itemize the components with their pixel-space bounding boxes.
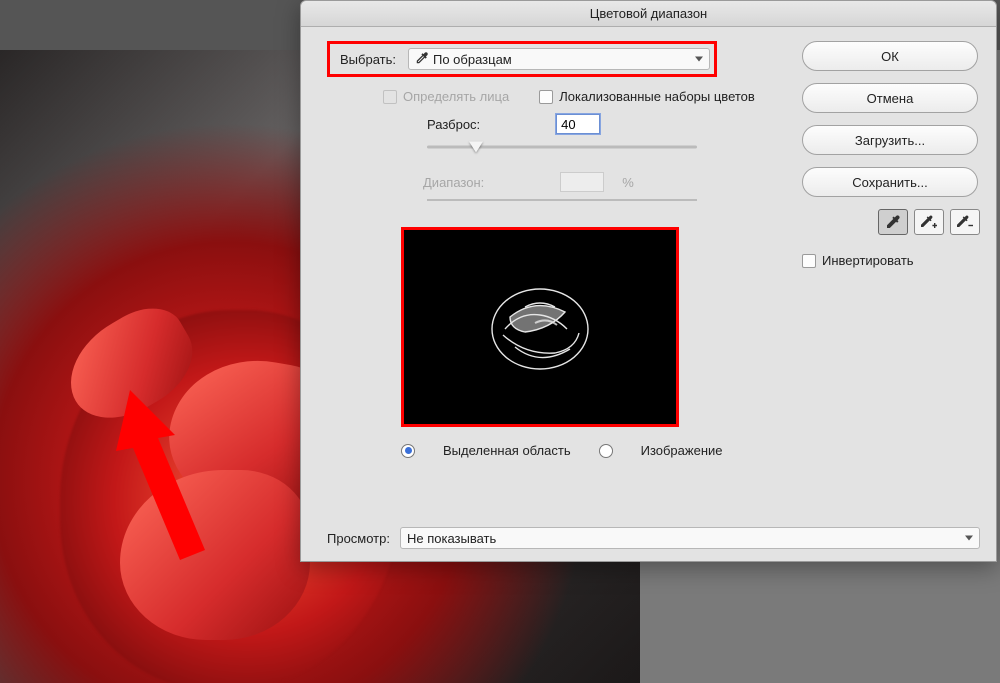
ok-button[interactable]: ОК <box>802 41 978 71</box>
range-slider <box>427 198 697 201</box>
save-button[interactable]: Сохранить... <box>802 167 978 197</box>
dialog-right-column: ОК Отмена Загрузить... Сохранить... Инве… <box>802 41 980 268</box>
range-unit: % <box>622 175 634 190</box>
select-dropdown[interactable]: По образцам <box>408 48 710 70</box>
load-button[interactable]: Загрузить... <box>802 125 978 155</box>
preview-mode-radios: Выделенная область Изображение <box>401 443 779 458</box>
eyedropper-minus-icon <box>956 214 974 230</box>
fuzziness-label: Разброс: <box>427 117 480 132</box>
slider-thumb[interactable] <box>469 142 483 153</box>
fuzziness-input[interactable] <box>556 114 600 134</box>
detect-faces-label: Определять лица <box>403 89 509 104</box>
eyedropper-icon <box>885 214 901 230</box>
eyedropper-tool[interactable] <box>878 209 908 235</box>
cancel-button[interactable]: Отмена <box>802 83 978 113</box>
detect-faces-checkbox <box>383 90 397 104</box>
preview-value: Не показывать <box>407 531 496 546</box>
radio-image-label: Изображение <box>641 443 723 458</box>
radio-selection-label: Выделенная область <box>443 443 571 458</box>
range-input <box>560 172 604 192</box>
chevron-down-icon <box>695 57 703 62</box>
selection-preview[interactable] <box>401 227 679 427</box>
eyedropper-icon <box>415 51 429 68</box>
dialog-title: Цветовой диапазон <box>301 1 996 27</box>
select-row-highlight: Выбрать: По образцам <box>327 41 717 77</box>
detect-faces-row: Определять лица Локализованные наборы цв… <box>383 89 779 104</box>
range-row: Диапазон: % <box>423 172 779 192</box>
localized-checkbox[interactable] <box>539 90 553 104</box>
preview-label: Просмотр: <box>327 531 390 546</box>
color-range-dialog: Цветовой диапазон Выбрать: По образцам О… <box>300 0 997 562</box>
range-label: Диапазон: <box>423 175 484 190</box>
fuzziness-row: Разброс: <box>427 114 779 134</box>
slider-track <box>427 146 697 149</box>
invert-row: Инвертировать <box>802 253 980 268</box>
radio-image[interactable] <box>599 444 613 458</box>
preview-dropdown[interactable]: Не показывать <box>400 527 980 549</box>
chevron-down-icon <box>965 536 973 541</box>
select-value: По образцам <box>433 52 512 67</box>
radio-selection[interactable] <box>401 444 415 458</box>
selection-preview-row: Просмотр: Не показывать <box>327 527 980 549</box>
dialog-left-column: Выбрать: По образцам Определять лица Лок… <box>327 41 779 458</box>
localized-label: Локализованные наборы цветов <box>559 89 755 104</box>
eyedropper-minus-tool[interactable] <box>950 209 980 235</box>
dialog-body: Выбрать: По образцам Определять лица Лок… <box>301 27 996 561</box>
invert-checkbox[interactable] <box>802 254 816 268</box>
eyedropper-plus-tool[interactable] <box>914 209 944 235</box>
invert-label: Инвертировать <box>822 253 914 268</box>
eyedropper-tools <box>802 209 980 235</box>
fuzziness-slider[interactable] <box>427 138 697 156</box>
select-label: Выбрать: <box>334 52 396 67</box>
eyedropper-plus-icon <box>920 214 938 230</box>
